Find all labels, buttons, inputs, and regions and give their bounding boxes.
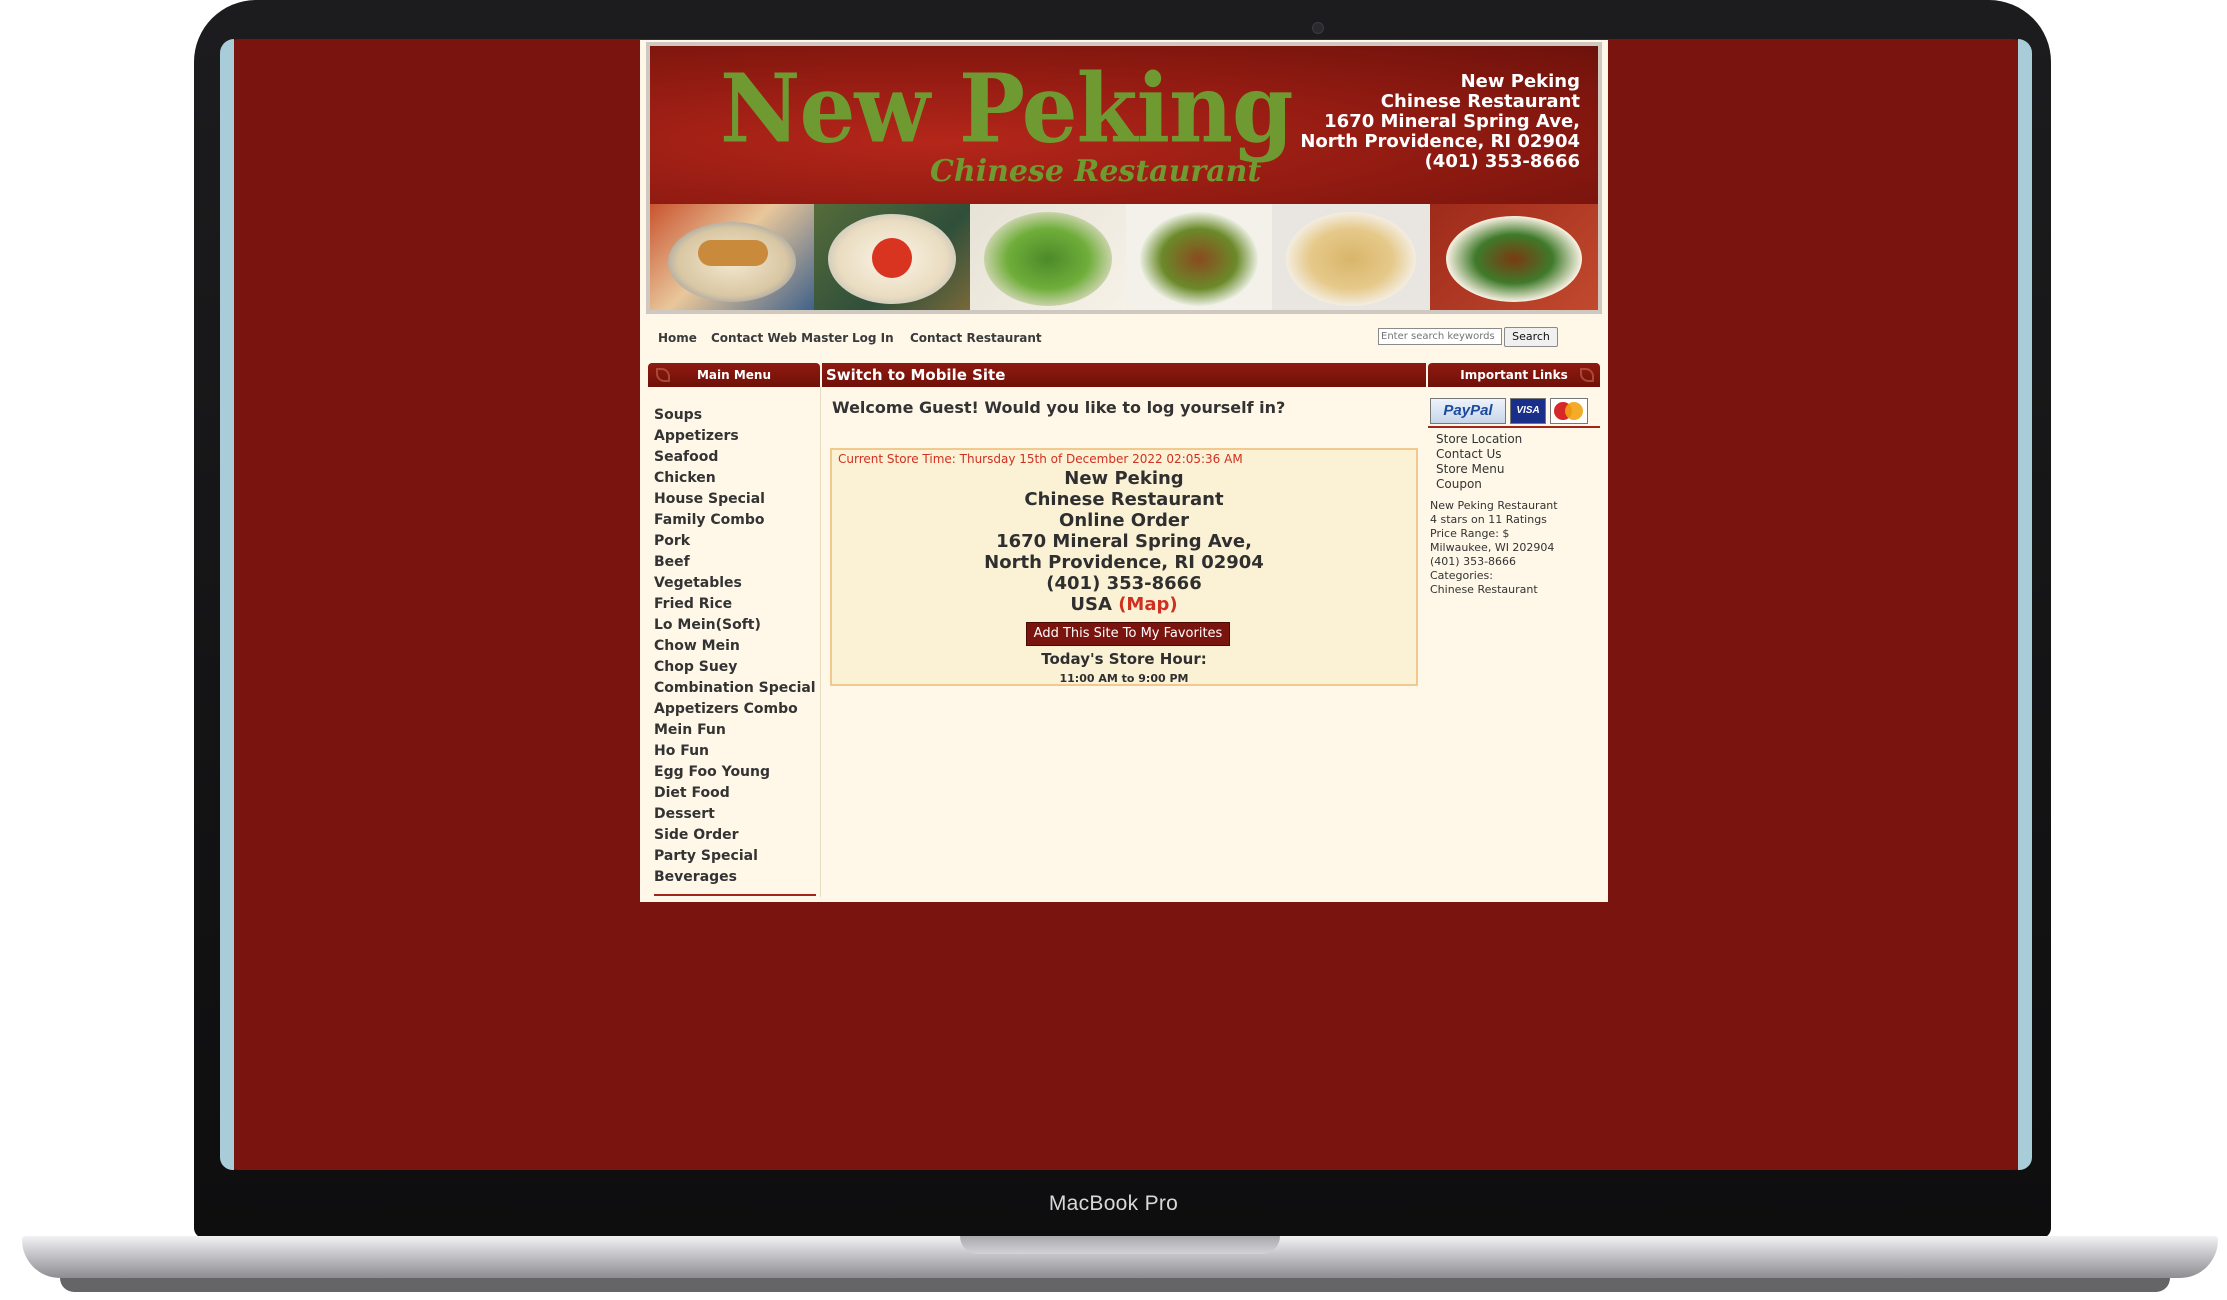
- address-line: North Providence, RI 02904: [1300, 131, 1580, 152]
- menu-item[interactable]: Soups: [654, 405, 820, 426]
- nav-home[interactable]: Home: [658, 331, 697, 345]
- website: New Peking Chinese Restaurant New Peking…: [640, 40, 1608, 902]
- menu-item[interactable]: Egg Foo Young: [654, 762, 820, 783]
- camera-icon: [1312, 22, 1324, 34]
- menu-item[interactable]: Vegetables: [654, 573, 820, 594]
- link-coupon[interactable]: Coupon: [1436, 477, 1522, 492]
- address-line: Chinese Restaurant: [1380, 91, 1580, 112]
- store-info-box: Current Store Time: Thursday 15th of Dec…: [830, 448, 1418, 686]
- info-line: Milwaukee, WI 202904: [1430, 541, 1555, 554]
- visa-logo: VISA: [1510, 398, 1546, 424]
- menu-item[interactable]: Chicken: [654, 468, 820, 489]
- menu-item[interactable]: Fried Rice: [654, 594, 820, 615]
- menu-item[interactable]: Party Special: [654, 846, 820, 867]
- map-link[interactable]: (Map): [1118, 594, 1177, 615]
- main-menu-header: Main Menu: [648, 363, 820, 387]
- food-photo-stir-fry: [1126, 204, 1272, 310]
- address-line: New Peking: [1460, 71, 1580, 92]
- link-store-menu[interactable]: Store Menu: [1436, 462, 1522, 477]
- payment-logos: PayPal VISA: [1430, 398, 1598, 424]
- logo-title: New Peking: [720, 52, 1294, 165]
- food-photo-noodles: [1272, 204, 1430, 310]
- menu-item[interactable]: House Special: [654, 489, 820, 510]
- store-line: Chinese Restaurant: [1024, 489, 1224, 510]
- menu-item[interactable]: Diet Food: [654, 783, 820, 804]
- screen-edge-left: [220, 39, 234, 1170]
- store-line: New Peking: [1064, 468, 1184, 489]
- menu-item[interactable]: Seafood: [654, 447, 820, 468]
- header-address: New Peking Chinese Restaurant 1670 Miner…: [1300, 72, 1580, 172]
- link-contact-us[interactable]: Contact Us: [1436, 447, 1522, 462]
- info-line: Categories:: [1430, 569, 1493, 582]
- menu-item[interactable]: Beef: [654, 552, 820, 573]
- store-line: North Providence, RI 02904: [984, 552, 1264, 573]
- menu-item[interactable]: Combination Special: [654, 678, 820, 699]
- menu-item[interactable]: Family Combo: [654, 510, 820, 531]
- food-photo-general-tso: [1430, 204, 1598, 310]
- mastercard-logo: [1550, 398, 1588, 424]
- laptop-notch: [960, 1236, 1280, 1254]
- search-button[interactable]: Search: [1504, 327, 1558, 347]
- store-line: (401) 353-8666: [1046, 573, 1202, 594]
- screen-edge-right: [2018, 39, 2032, 1170]
- nav-log-in[interactable]: Log In: [852, 331, 894, 345]
- welcome-message: Welcome Guest! Would you like to log you…: [832, 398, 1286, 417]
- food-photo-vegetables: [970, 204, 1126, 310]
- info-line: Price Range: $: [1430, 527, 1510, 540]
- important-links-header: Important Links: [1428, 363, 1600, 387]
- column-divider: [820, 387, 821, 897]
- menu-item[interactable]: Ho Fun: [654, 741, 820, 762]
- info-line: New Peking Restaurant: [1430, 499, 1558, 512]
- store-line: 1670 Mineral Spring Ave,: [996, 531, 1252, 552]
- menu-item[interactable]: Lo Mein(Soft): [654, 615, 820, 636]
- search-input[interactable]: [1378, 328, 1502, 345]
- link-store-location[interactable]: Store Location: [1436, 432, 1522, 447]
- store-time: Current Store Time: Thursday 15th of Dec…: [838, 452, 1243, 466]
- menu-item[interactable]: Chop Suey: [654, 657, 820, 678]
- menu-item[interactable]: Pork: [654, 531, 820, 552]
- menu-item[interactable]: Mein Fun: [654, 720, 820, 741]
- leaf-icon: [1580, 368, 1594, 382]
- store-line: Online Order: [1059, 510, 1189, 531]
- food-photo-egg-rolls: [650, 204, 814, 310]
- menu-item[interactable]: Dessert: [654, 804, 820, 825]
- food-photo-strip: [650, 204, 1598, 310]
- switch-mobile-link[interactable]: Switch to Mobile Site: [826, 366, 1005, 384]
- store-country: USA: [1070, 594, 1112, 615]
- menu-divider: [654, 894, 816, 896]
- main-menu-list: Soups Appetizers Seafood Chicken House Speci…: [654, 405, 820, 888]
- menu-item[interactable]: Appetizers Combo: [654, 699, 820, 720]
- store-hours-value: 11:00 AM to 9:00 PM: [1059, 672, 1189, 685]
- nav-contact-web-master[interactable]: Contact Web Master: [711, 331, 848, 345]
- main-menu-title: Main Menu: [696, 368, 772, 382]
- address-line: (401) 353-8666: [1424, 151, 1580, 172]
- payment-divider: [1428, 426, 1600, 428]
- switch-mobile-bar: Switch to Mobile Site: [822, 363, 1426, 387]
- address-line: 1670 Mineral Spring Ave,: [1324, 111, 1580, 132]
- food-photo-dumplings: [814, 204, 970, 310]
- important-links-title: Important Links: [1460, 368, 1568, 382]
- restaurant-info: New Peking Restaurant 4 stars on 11 Rati…: [1430, 499, 1558, 597]
- logo-subtitle: Chinese Restaurant: [930, 154, 1262, 189]
- menu-item[interactable]: Side Order: [654, 825, 820, 846]
- leaf-icon: [656, 368, 670, 382]
- info-line: (401) 353-8666: [1430, 555, 1517, 568]
- top-nav: Home Contact Web Master Log In Contact R…: [650, 322, 1598, 350]
- add-favorites-button[interactable]: Add This Site To My Favorites: [1026, 622, 1230, 646]
- site-header: New Peking Chinese Restaurant New Peking…: [646, 42, 1602, 314]
- laptop-base-shadow: [60, 1278, 2170, 1292]
- menu-item[interactable]: Appetizers: [654, 426, 820, 447]
- store-country-line: USA (Map): [832, 594, 1416, 615]
- info-line: 4 stars on 11 Ratings: [1430, 513, 1547, 526]
- menu-item[interactable]: Chow Mein: [654, 636, 820, 657]
- menu-item[interactable]: Beverages: [654, 867, 820, 888]
- info-line: Chinese Restaurant: [1430, 583, 1538, 596]
- important-links-list: Store Location Contact Us Store Menu Cou…: [1436, 432, 1522, 492]
- device-label: MacBook Pro: [1048, 1192, 1179, 1215]
- store-hours-title: Today's Store Hour:: [1041, 650, 1207, 668]
- nav-contact-restaurant[interactable]: Contact Restaurant: [910, 331, 1042, 345]
- paypal-logo: PayPal: [1430, 398, 1506, 424]
- store-details: New Peking Chinese Restaurant Online Ord…: [832, 468, 1416, 615]
